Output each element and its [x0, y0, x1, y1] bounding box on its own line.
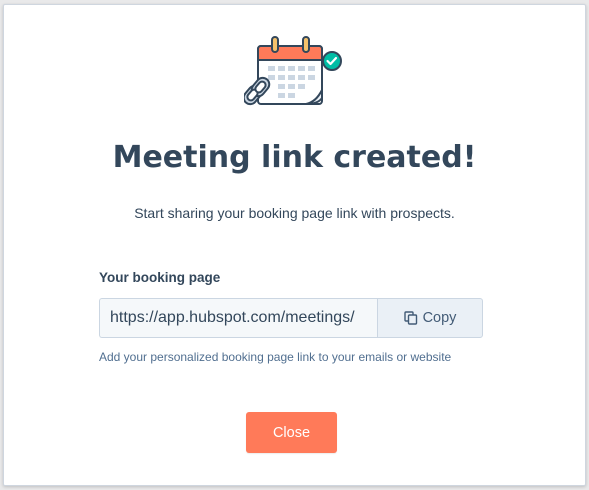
- copy-button-label: Copy: [422, 310, 457, 326]
- booking-page-label: Your booking page: [99, 270, 221, 285]
- booking-link-help-text: Add your personalized booking page link …: [99, 350, 452, 364]
- copy-icon: [403, 311, 417, 325]
- close-button-label: Close: [272, 424, 311, 441]
- dialog-title: Meeting link created!: [112, 140, 477, 175]
- copy-button[interactable]: Copy: [377, 298, 483, 338]
- dialog-subtitle: Start sharing your booking page link wit…: [134, 205, 455, 221]
- booking-link-input[interactable]: [99, 298, 377, 338]
- meeting-link-created-dialog: Meeting link created! Start sharing your…: [3, 4, 586, 486]
- calendar-link-check-icon: [244, 36, 342, 106]
- close-button[interactable]: Close: [246, 412, 337, 453]
